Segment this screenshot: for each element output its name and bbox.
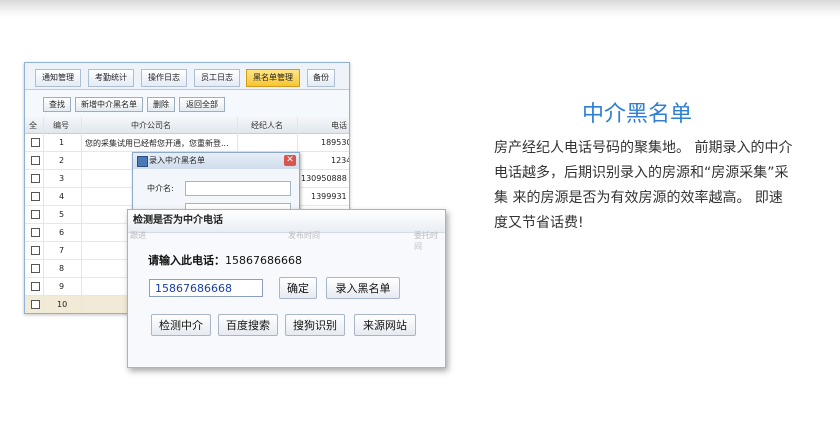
- feature-description: 房产经纪人电话号码的聚集地。 前期录入的中介电话越多，后期识别录入的房源和“房源…: [494, 140, 793, 231]
- tab-attendance[interactable]: 考勤统计: [88, 69, 134, 87]
- dialog-title: 检测是否为中介电话: [133, 215, 223, 226]
- prompt-number: 15867686668: [225, 254, 302, 267]
- feature-title: 中介黑名单: [582, 102, 693, 127]
- sogou-identify-button[interactable]: 搜狗识别: [285, 314, 345, 336]
- ghost-text: 委托时间: [414, 231, 438, 251]
- row-checkbox[interactable]: [31, 228, 40, 237]
- agency-name-input[interactable]: [185, 181, 291, 196]
- return-all-button[interactable]: 返回全部: [179, 97, 225, 112]
- tab-bar: 通知管理 考勤统计 操作日志 员工日志 黑名单管理 备份: [25, 63, 349, 90]
- row-checkbox[interactable]: [31, 156, 40, 165]
- toolbar: 查找 新增中介黑名单 删除 返回全部: [25, 95, 349, 113]
- dialog-titlebar: 录入中介黑名单 ✕: [133, 153, 299, 169]
- prompt-label: 请输入此电话：: [148, 254, 225, 267]
- phone-prompt: 请输入此电话：15867686668: [148, 252, 302, 268]
- source-site-button[interactable]: 来源网站: [354, 314, 416, 336]
- agency-name-label: 中介名:: [147, 184, 174, 193]
- add-agency-blacklist-button[interactable]: 新增中介黑名单: [75, 97, 143, 112]
- phone-input[interactable]: 15867686668: [149, 279, 263, 297]
- baidu-search-button[interactable]: 百度搜索: [218, 314, 278, 336]
- column-divider: [81, 117, 82, 313]
- col-agent: 经纪人名: [251, 121, 283, 130]
- tab-backup[interactable]: 备份: [307, 69, 335, 87]
- add-to-blacklist-button[interactable]: 录入黑名单: [326, 277, 400, 299]
- table-header: 全 编号 中介公司名 经纪人名 电话: [25, 117, 349, 134]
- ghost-text: 发布时间: [288, 231, 320, 240]
- tab-notice[interactable]: 通知管理: [35, 69, 81, 87]
- tab-staff-log[interactable]: 员工日志: [194, 69, 240, 87]
- row-checkbox[interactable]: [31, 246, 40, 255]
- dialog-title: 录入中介黑名单: [149, 156, 205, 165]
- check-agency-button[interactable]: 检测中介: [151, 314, 211, 336]
- column-divider: [43, 117, 44, 313]
- row-checkbox[interactable]: [31, 264, 40, 273]
- col-phone: 电话: [331, 121, 347, 130]
- row-checkbox[interactable]: [31, 300, 40, 309]
- dialog-titlebar: 检测是否为中介电话: [128, 210, 445, 233]
- save-icon: [137, 156, 148, 167]
- row-checkbox[interactable]: [31, 138, 40, 147]
- confirm-button[interactable]: 确定: [279, 277, 317, 299]
- table-row[interactable]: 1 您的采集试用已经帮您开通，您重新登... 189530: [25, 134, 349, 152]
- row-checkbox[interactable]: [31, 282, 40, 291]
- row-checkbox[interactable]: [31, 210, 40, 219]
- col-select-all[interactable]: 全: [29, 120, 37, 131]
- tab-blacklist[interactable]: 黑名单管理: [246, 69, 300, 87]
- close-icon[interactable]: ✕: [284, 155, 296, 166]
- col-number: 编号: [53, 121, 69, 130]
- tab-operation-log[interactable]: 操作日志: [141, 69, 187, 87]
- ghost-text: 跟进: [130, 231, 146, 240]
- col-company: 中介公司名: [131, 121, 171, 130]
- row-checkbox[interactable]: [31, 174, 40, 183]
- search-button[interactable]: 查找: [43, 97, 71, 112]
- top-shadow-bar: [0, 0, 840, 18]
- row-checkbox[interactable]: [31, 192, 40, 201]
- check-phone-dialog: 检测是否为中介电话 跟进 发布时间 委托时间 请输入此电话：1586768666…: [127, 209, 446, 368]
- delete-button[interactable]: 删除: [147, 97, 175, 112]
